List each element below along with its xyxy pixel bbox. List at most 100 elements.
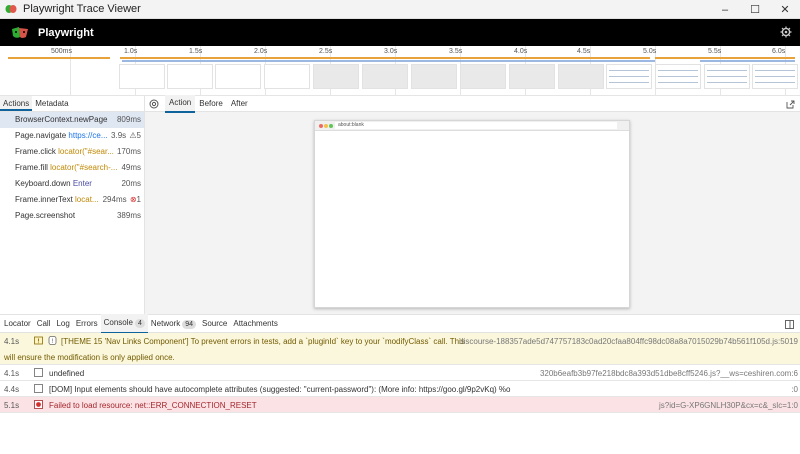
- target-icon[interactable]: [149, 99, 159, 109]
- tab-action[interactable]: Action: [165, 94, 196, 113]
- console-row-log[interactable]: 4.1s undefined 320b6eafb3b97fe218bdc8a39…: [0, 365, 800, 381]
- tab-after[interactable]: After: [227, 96, 252, 112]
- filmstrip-frame[interactable]: [362, 64, 408, 89]
- action-duration: 809ms: [116, 115, 141, 124]
- console-count-badge: 4: [134, 318, 145, 328]
- action-item[interactable]: Frame.innerText locat... 294ms ⊗1: [0, 192, 144, 208]
- action-duration: 170ms: [116, 147, 141, 156]
- action-item[interactable]: BrowserContext.newPage 809ms: [0, 112, 144, 128]
- tab-locator[interactable]: Locator: [1, 315, 34, 333]
- action-name: Keyboard.down: [15, 179, 71, 188]
- gear-icon[interactable]: [780, 26, 792, 38]
- timeline[interactable]: 500ms 1.0s 1.5s 2.0s 2.5s 3.0s 3.5s 4.0s…: [0, 46, 800, 96]
- tick-label: 5.5s: [708, 48, 722, 55]
- action-item[interactable]: Page.screenshot 389ms: [0, 208, 144, 224]
- action-param: locator("#search-...: [50, 163, 118, 172]
- actions-pane: Actions Metadata BrowserContext.newPage …: [0, 96, 145, 314]
- log-message-icon: [34, 384, 43, 393]
- filmstrip-frame[interactable]: [264, 64, 310, 89]
- action-param: https://ce...: [68, 131, 108, 140]
- action-item[interactable]: Frame.click locator("#sear... 170ms: [0, 144, 144, 160]
- window-title: Playwright Trace Viewer: [23, 3, 141, 15]
- console-source[interactable]: discourse-188357ade5d747757183c0ad20cfaa…: [459, 337, 798, 346]
- snapshot-frame: about:blank: [314, 120, 630, 308]
- filmstrip-frame[interactable]: [411, 64, 457, 89]
- console-list: 4.1s ! [THEME 15 'Nav Links Component'] …: [0, 333, 800, 413]
- filmstrip-frame[interactable]: [215, 64, 261, 89]
- filmstrip-frame[interactable]: [460, 64, 506, 89]
- action-param: Enter: [72, 179, 92, 188]
- tab-before[interactable]: Before: [195, 96, 227, 112]
- filmstrip-frame[interactable]: [655, 64, 701, 89]
- filmstrip-frame[interactable]: [119, 64, 165, 89]
- console-message: [DOM] Input elements should have autocom…: [49, 385, 511, 394]
- snapshot-pane: Action Before After about:blank: [145, 94, 800, 314]
- minimize-button[interactable]: –: [710, 0, 740, 19]
- tab-actions[interactable]: Actions: [0, 96, 33, 111]
- warning-icon: ⚠: [129, 131, 137, 140]
- snapshot-url: about:blank: [335, 122, 617, 129]
- warning-icon: !: [48, 336, 57, 345]
- playwright-logo-icon: [12, 26, 28, 38]
- filmstrip-frame[interactable]: [509, 64, 555, 89]
- tick-label: 4.5s: [577, 48, 591, 55]
- action-name: Frame.fill: [15, 163, 48, 172]
- action-item[interactable]: Frame.fill locator("#search-... 49ms: [0, 160, 144, 176]
- filmstrip-frame[interactable]: [606, 64, 652, 89]
- minimize-dot-icon: [324, 124, 328, 128]
- close-dot-icon: [319, 124, 323, 128]
- filmstrip-frame[interactable]: [558, 64, 604, 89]
- tab-console-label: Console: [103, 317, 133, 327]
- snapshot-tabs: Action Before After: [145, 94, 800, 113]
- console-source[interactable]: 320b6eafb3b97fe218bdc8a393d51dbe8cff5246…: [540, 369, 798, 378]
- console-source[interactable]: :0: [791, 385, 798, 394]
- tick-label: 2.0s: [254, 48, 268, 55]
- filmstrip-frame[interactable]: [313, 64, 359, 89]
- close-button[interactable]: ✕: [770, 0, 800, 19]
- console-source[interactable]: js?id=G-XP6GNLH30P&cx=c&_slc=1:0: [659, 401, 798, 410]
- tab-metadata[interactable]: Metadata: [32, 96, 71, 111]
- filmstrip-frame[interactable]: [167, 64, 213, 89]
- tab-network[interactable]: Network 94: [148, 315, 199, 333]
- action-duration: 294ms: [102, 195, 127, 204]
- console-row-warning[interactable]: 4.1s ! [THEME 15 'Nav Links Component'] …: [0, 333, 800, 365]
- split-panel-icon[interactable]: [785, 320, 794, 329]
- tick-label: 1.0s: [124, 48, 138, 55]
- action-duration: 3.9s: [111, 131, 127, 140]
- action-item[interactable]: Page.navigate https://ce... 3.9s ⚠5: [0, 128, 144, 144]
- console-time: 4.4s: [4, 385, 20, 394]
- error-icon: ⊗: [129, 195, 137, 204]
- filmstrip-frame[interactable]: [704, 64, 750, 89]
- tab-errors[interactable]: Errors: [73, 315, 101, 333]
- maximize-button[interactable]: ☐: [740, 0, 770, 19]
- tab-log[interactable]: Log: [53, 315, 72, 333]
- details-tabs: Locator Call Log Errors Console 4 Network…: [0, 313, 800, 334]
- action-duration: 49ms: [121, 163, 141, 172]
- tab-console[interactable]: Console 4: [100, 313, 148, 334]
- console-message: undefined: [49, 369, 85, 378]
- log-message-icon: [34, 368, 43, 377]
- snapshot-browser-bar: about:blank: [315, 121, 629, 131]
- tab-source[interactable]: Source: [199, 315, 230, 333]
- console-row-log[interactable]: 4.4s [DOM] Input elements should have au…: [0, 381, 800, 397]
- network-bar: [700, 60, 795, 62]
- action-bar: [8, 57, 110, 59]
- tab-network-label: Network: [150, 318, 181, 328]
- tick-label: 500ms: [51, 48, 73, 55]
- console-time: 5.1s: [4, 401, 20, 410]
- window-title-bar: Playwright Trace Viewer – ☐ ✕: [0, 0, 800, 19]
- open-external-icon[interactable]: [786, 100, 795, 109]
- console-row-error[interactable]: 5.1s Failed to load resource: net::ERR_C…: [0, 397, 800, 413]
- action-name: Frame.click: [15, 147, 56, 156]
- tab-call[interactable]: Call: [34, 315, 54, 333]
- action-duration: 389ms: [116, 211, 141, 220]
- error-count: 1: [136, 195, 141, 204]
- filmstrip-frame[interactable]: [752, 64, 798, 89]
- tab-attachments[interactable]: Attachments: [230, 315, 280, 333]
- action-name: BrowserContext.newPage: [15, 115, 108, 124]
- action-duration: 20ms: [121, 179, 141, 188]
- tick-label: 6.0s: [772, 48, 786, 55]
- action-item[interactable]: Keyboard.down Enter 20ms: [0, 176, 144, 192]
- action-param: locator("#sear...: [58, 147, 114, 156]
- action-param: locat...: [75, 195, 99, 204]
